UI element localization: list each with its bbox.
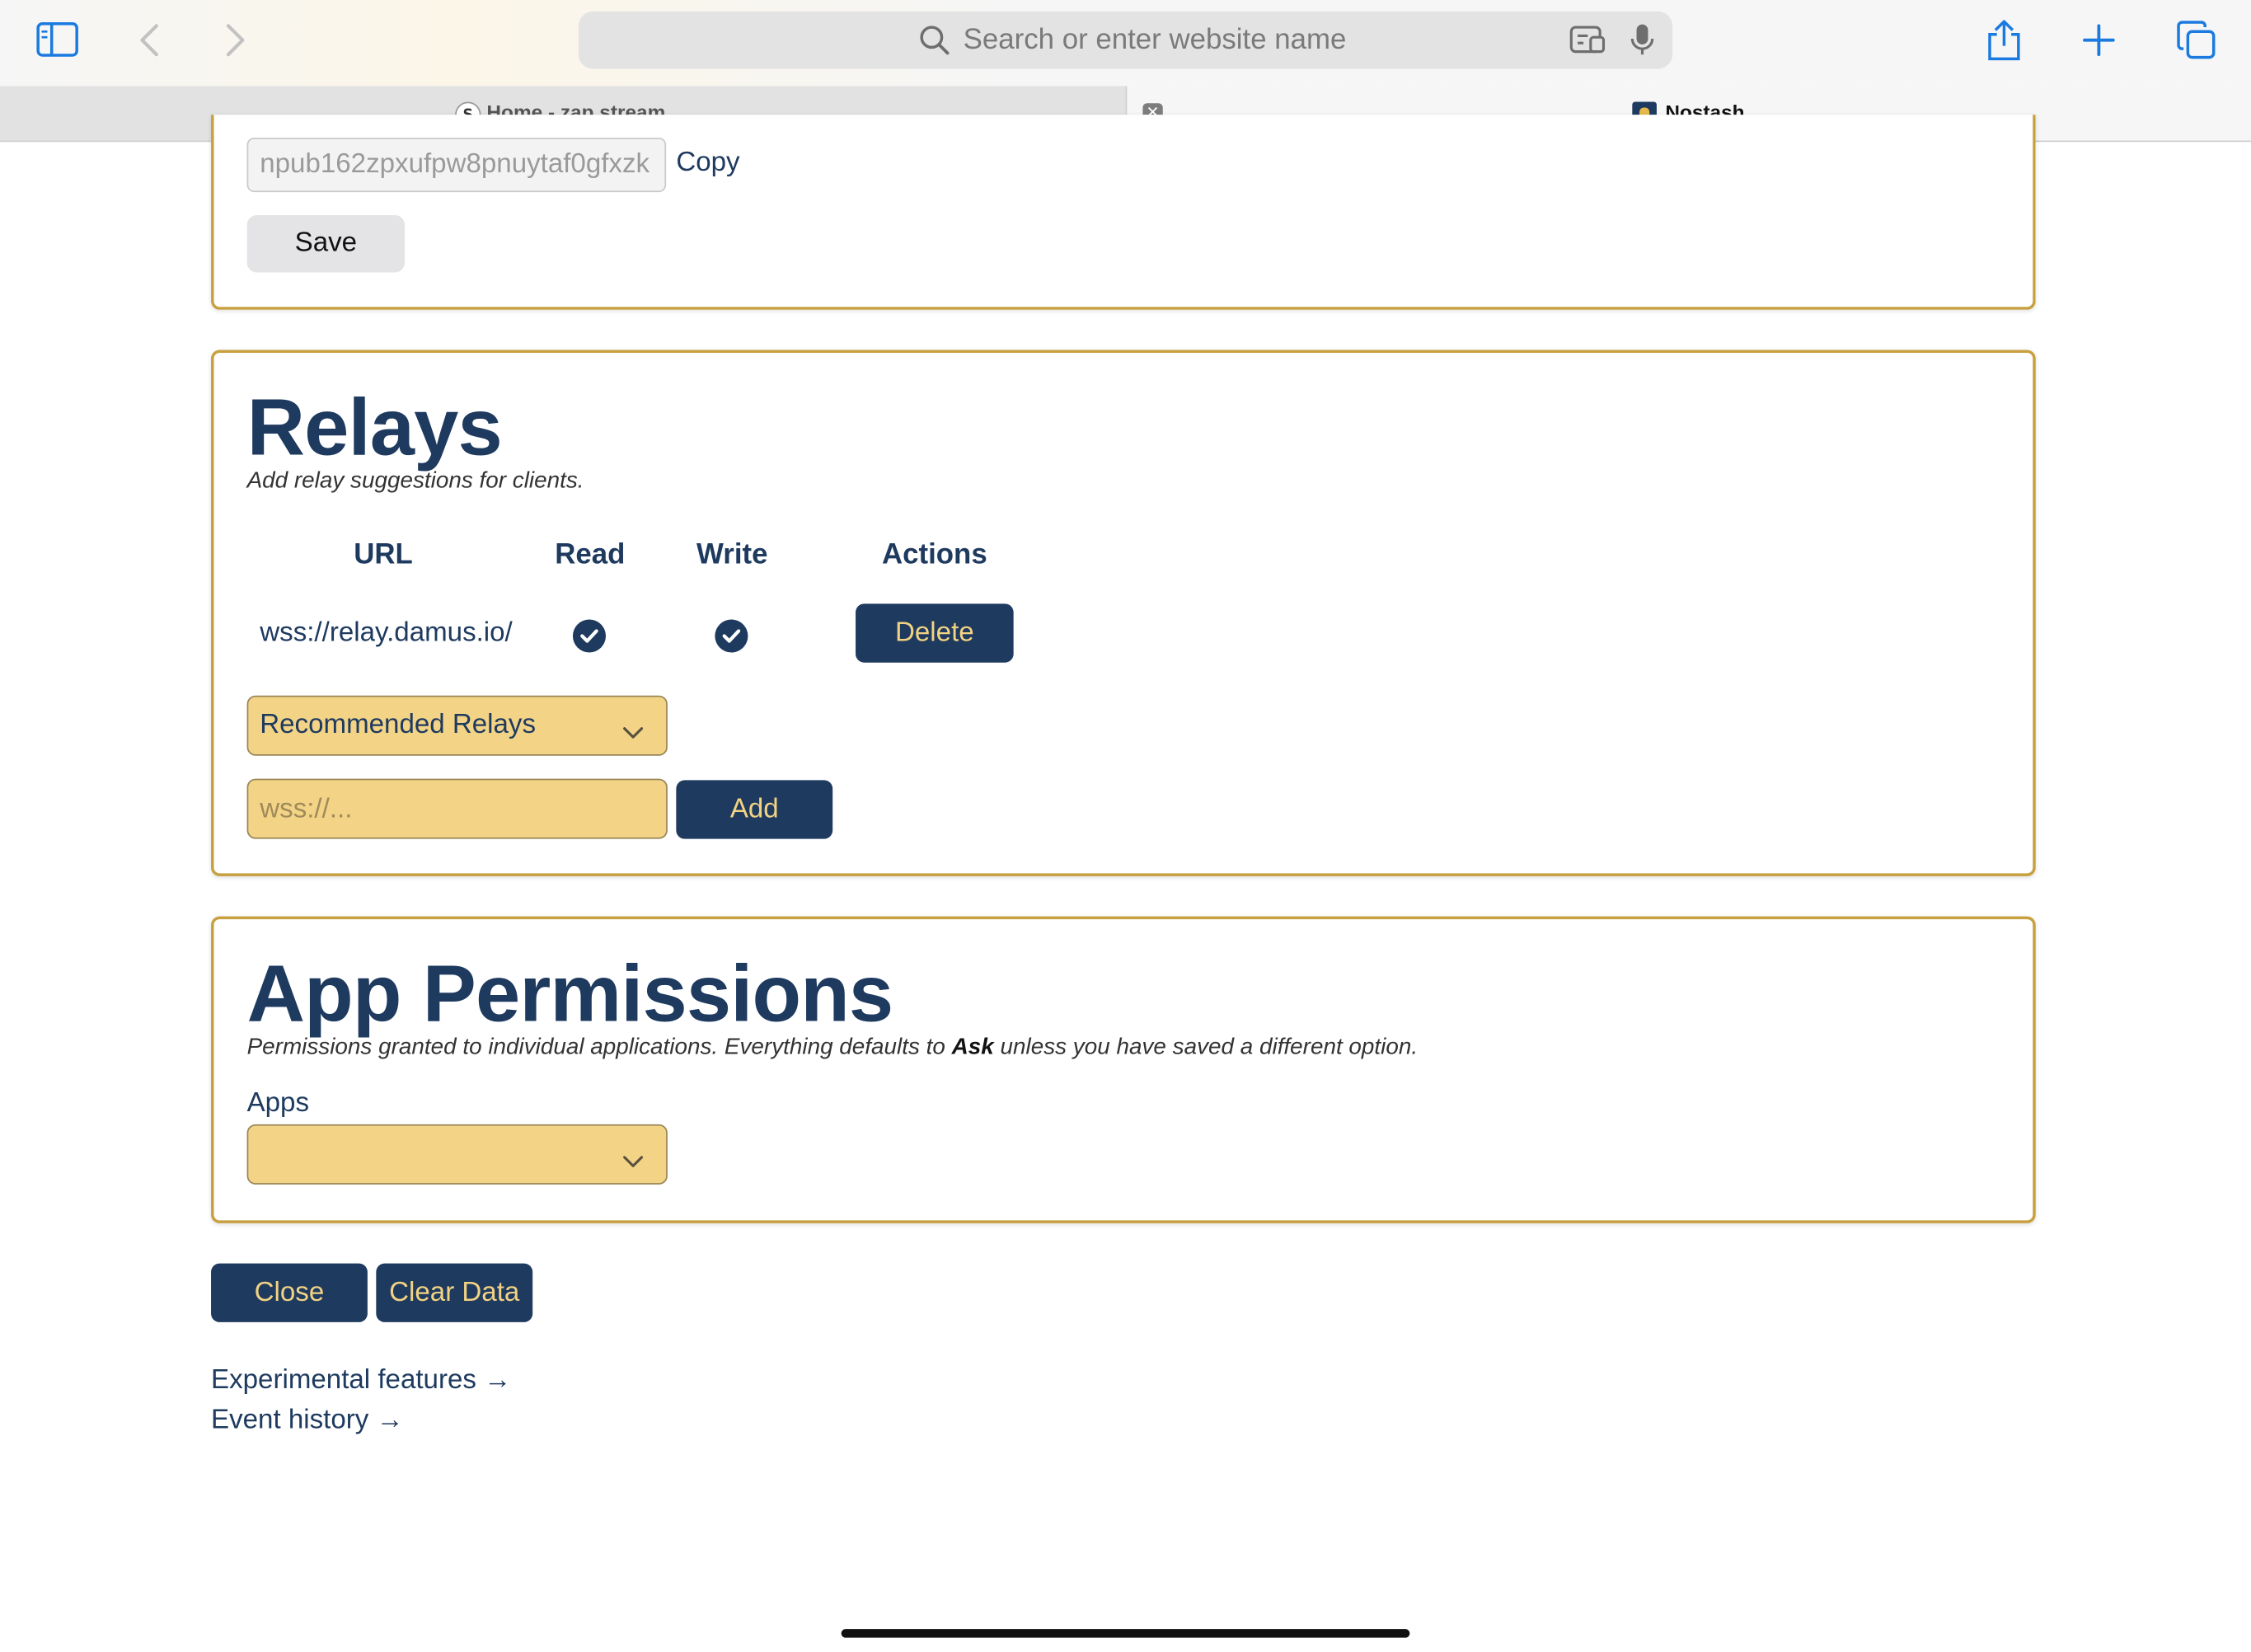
subtitle-emphasis: Ask [951,1035,994,1060]
tab-overview-icon[interactable] [2176,20,2216,60]
npub-field[interactable]: npub162zpxufpw8pnuytaf0gfxzk [246,138,667,193]
delete-relay-button[interactable]: Delete [856,603,1014,663]
column-header-write: Write [696,539,768,571]
home-indicator[interactable] [841,1629,1410,1638]
new-relay-input[interactable]: wss://... [246,778,668,839]
relays-subtitle: Add relay suggestions for clients. [246,468,584,494]
search-icon [919,25,950,63]
save-button[interactable]: Save [246,214,406,273]
chevron-down-icon [623,717,644,749]
relays-title: Relays [246,381,503,472]
microphone-icon[interactable] [1630,23,1655,64]
screen: Search or enter website name S Home - za… [0,0,2251,1652]
reader-mode-icon[interactable] [1569,23,1606,64]
permissions-subtitle: Permissions granted to individual applic… [247,1035,1419,1061]
permissions-title: App Permissions [246,947,894,1039]
apps-select[interactable] [246,1124,668,1185]
column-header-read: Read [555,539,626,571]
recommended-relays-select[interactable]: Recommended Relays [246,695,668,756]
read-checkbox-checked-icon[interactable] [572,619,606,653]
new-tab-plus-icon[interactable] [2081,23,2116,58]
event-history-link[interactable]: Event history → [211,1406,404,1437]
sidebar-toggle-icon[interactable] [36,21,79,57]
clear-data-button[interactable]: Clear Data [376,1263,533,1322]
select-value: Recommended Relays [260,710,537,740]
share-icon[interactable] [1986,19,2023,62]
experimental-features-link[interactable]: Experimental features → [211,1365,511,1396]
address-bar[interactable]: Search or enter website name [578,11,1673,69]
back-arrow-icon[interactable] [139,23,159,58]
chevron-down-icon [623,1146,644,1177]
subtitle-text: Permissions granted to individual applic… [246,1035,952,1060]
copy-button[interactable]: Copy [676,148,739,179]
relay-url: wss://relay.damus.io/ [260,617,513,649]
address-placeholder: Search or enter website name [963,24,1347,56]
close-button[interactable]: Close [211,1263,368,1322]
write-checkbox-checked-icon[interactable] [715,619,748,653]
column-header-url: URL [354,539,413,571]
forward-arrow-icon[interactable] [225,23,245,58]
column-header-actions: Actions [881,539,987,571]
add-relay-button[interactable]: Add [676,780,833,839]
apps-label: Apps [246,1088,310,1119]
browser-toolbar: Search or enter website name [0,0,2251,87]
subtitle-text: unless you have saved a different option… [993,1035,1419,1060]
